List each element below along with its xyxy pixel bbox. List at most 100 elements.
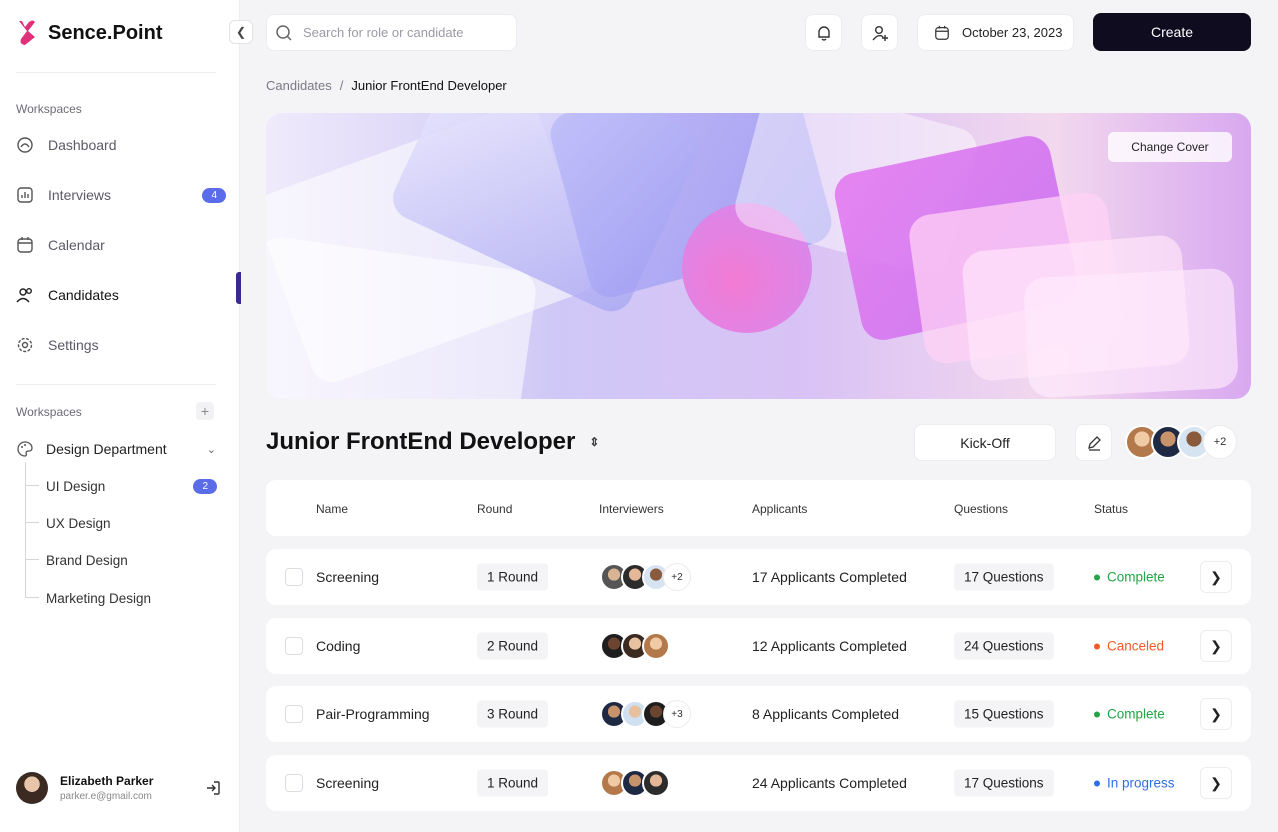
subitem-label: UI Design — [46, 478, 106, 494]
status-badge: Complete — [1094, 570, 1165, 585]
job-title: Junior FrontEnd Developer — [266, 428, 576, 455]
row-applicants: 8 Applicants Completed — [752, 706, 900, 722]
sidebar-item-interviews[interactable]: Interviews 4 — [16, 178, 226, 212]
add-user-icon — [871, 25, 888, 41]
breadcrumb-parent[interactable]: Candidates — [266, 78, 332, 93]
row-questions: 17 Questions — [954, 563, 1054, 591]
table-row[interactable]: Pair-Programming 3 Round +3 8 Applicants… — [266, 686, 1251, 742]
chevron-right-icon: ❯ — [1210, 637, 1222, 654]
search-icon — [276, 24, 292, 41]
status-text: In progress — [1107, 775, 1175, 791]
cover-image — [266, 113, 1251, 399]
brand-logo[interactable]: Sence.Point — [16, 18, 162, 48]
interviews-count-badge: 4 — [202, 187, 226, 203]
open-row-button[interactable]: ❯ — [1200, 630, 1232, 662]
row-checkbox[interactable] — [285, 637, 303, 655]
interviewers-more-count: +2 — [663, 563, 691, 591]
row-checkbox[interactable] — [285, 774, 303, 792]
table-row[interactable]: Screening 1 Round +2 17 Applicants Compl… — [266, 549, 1251, 605]
row-questions: 15 Questions — [954, 700, 1054, 728]
column-header-round: Round — [477, 502, 513, 516]
open-row-button[interactable]: ❯ — [1200, 767, 1232, 799]
avatar — [642, 632, 670, 660]
page-title: Junior FrontEnd Developer ⇕ — [266, 428, 599, 456]
status-dot — [1094, 643, 1100, 649]
search-input[interactable] — [303, 25, 503, 40]
breadcrumb-separator: / — [339, 78, 344, 93]
row-applicants: 12 Applicants Completed — [752, 638, 907, 654]
open-row-button[interactable]: ❯ — [1200, 561, 1232, 593]
sidebar-divider — [16, 384, 216, 385]
row-checkbox[interactable] — [285, 568, 303, 586]
row-interviewers — [600, 769, 670, 797]
sidebar-item-label: Dashboard — [48, 137, 117, 153]
sidebar-subitem-marketing-design[interactable]: Marketing Design — [25, 587, 216, 609]
chevron-right-icon: ❯ — [1210, 774, 1222, 791]
chevron-right-icon: ❯ — [1210, 568, 1222, 585]
edit-button[interactable] — [1075, 424, 1112, 461]
sidebar-item-dashboard[interactable]: Dashboard — [16, 128, 226, 162]
add-user-button[interactable] — [861, 14, 898, 51]
interviews-icon — [17, 187, 33, 203]
status-dot — [1094, 780, 1100, 786]
sort-toggle-icon[interactable]: ⇕ — [589, 435, 599, 449]
search-bar[interactable] — [266, 14, 517, 51]
logout-icon[interactable] — [204, 779, 222, 797]
chevron-right-icon: ❯ — [1210, 705, 1222, 722]
row-questions: 17 Questions — [954, 769, 1054, 797]
active-nav-indicator — [236, 272, 241, 304]
kickoff-button[interactable]: Kick-Off — [914, 424, 1056, 461]
collapse-sidebar-button[interactable]: ❮ — [229, 20, 253, 44]
ui-design-count-badge: 2 — [193, 478, 217, 494]
table-row[interactable]: Screening 1 Round 24 Applicants Complete… — [266, 755, 1251, 811]
status-badge: In progress — [1094, 776, 1175, 791]
status-dot — [1094, 574, 1100, 580]
workspaces-label: Workspaces — [16, 102, 82, 116]
column-header-applicants: Applicants — [752, 502, 808, 516]
team-avatars[interactable]: +2 — [1125, 425, 1237, 459]
column-header-name: Name — [316, 502, 349, 516]
row-applicants: 17 Applicants Completed — [752, 569, 907, 585]
sidebar-item-calendar[interactable]: Calendar — [16, 228, 226, 262]
column-header-status: Status — [1094, 502, 1129, 516]
row-round: 3 Round — [477, 700, 549, 728]
row-interviewers — [600, 632, 670, 660]
chevron-left-icon: ❮ — [235, 25, 247, 39]
sidebar-subitem-ui-design[interactable]: UI Design 2 — [25, 475, 217, 497]
sidebar-subitem-brand-design[interactable]: Brand Design — [25, 549, 216, 571]
notifications-button[interactable] — [805, 14, 842, 51]
tree-connector — [25, 462, 26, 598]
sidebar-item-label: Calendar — [48, 237, 105, 253]
add-workspace-button[interactable]: + — [196, 402, 214, 420]
department-toggle[interactable]: Design Department ⌄ — [16, 438, 216, 460]
avatar — [642, 769, 670, 797]
department-label: Design Department — [46, 441, 167, 457]
user-name: Elizabeth Parker — [60, 774, 154, 788]
row-applicants: 24 Applicants Completed — [752, 775, 907, 791]
user-email: parker.e@gmail.com — [60, 791, 152, 802]
bell-icon — [817, 25, 830, 41]
status-text: Canceled — [1107, 638, 1165, 654]
sidebar-item-label: Settings — [48, 337, 99, 353]
team-more-count: +2 — [1203, 425, 1237, 459]
breadcrumb: Candidates / Junior FrontEnd Developer — [266, 78, 507, 93]
open-row-button[interactable]: ❯ — [1200, 698, 1232, 730]
create-button[interactable]: Create — [1093, 13, 1251, 51]
table-row[interactable]: Coding 2 Round 12 Applicants Completed 2… — [266, 618, 1251, 674]
row-checkbox[interactable] — [285, 705, 303, 723]
breadcrumb-current: Junior FrontEnd Developer — [351, 78, 507, 93]
pencil-icon — [1087, 435, 1101, 451]
date-picker[interactable]: October 23, 2023 — [917, 14, 1074, 51]
sidebar-item-settings[interactable]: Settings — [16, 328, 226, 362]
dashboard-icon — [17, 137, 33, 153]
change-cover-button[interactable]: Change Cover — [1108, 132, 1232, 162]
logo-icon — [19, 20, 35, 45]
user-profile[interactable]: Elizabeth Parker parker.e@gmail.com — [16, 770, 222, 806]
status-badge: Complete — [1094, 707, 1165, 722]
sidebar-item-candidates[interactable]: Candidates — [16, 278, 226, 312]
candidates-icon — [16, 288, 32, 303]
sidebar-subitem-ux-design[interactable]: UX Design — [25, 512, 216, 534]
status-dot — [1094, 711, 1100, 717]
workspaces-label: Workspaces — [16, 405, 82, 419]
sidebar-item-label: Interviews — [48, 187, 112, 203]
